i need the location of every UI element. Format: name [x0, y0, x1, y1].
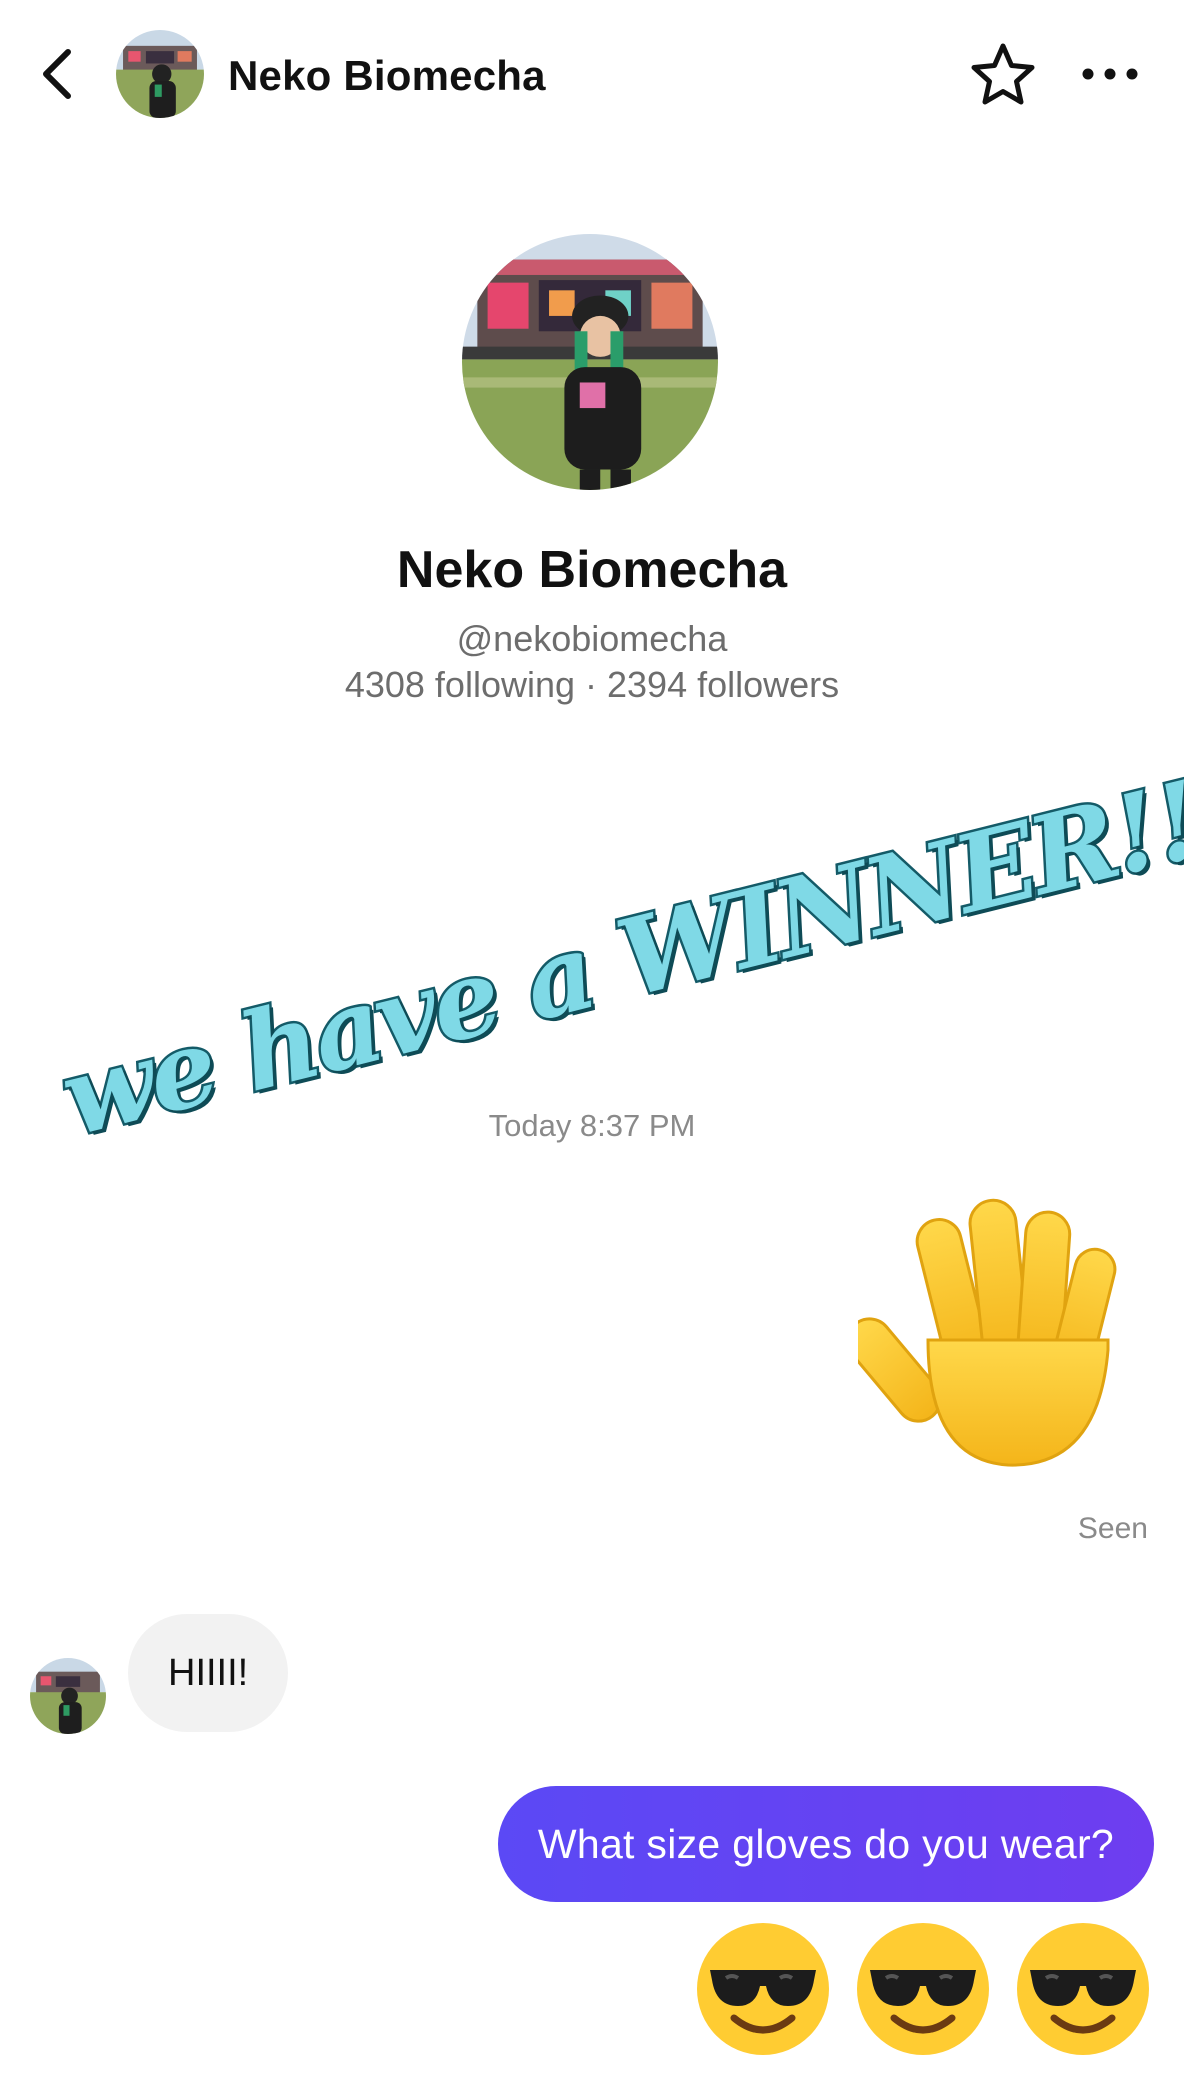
more-options-button[interactable]: [1078, 56, 1142, 92]
chevron-left-icon: [43, 49, 71, 99]
emoji-message[interactable]: [692, 1918, 1154, 2058]
seen-status: Seen: [1077, 1512, 1148, 1545]
profile-handle: @nekobiomecha: [456, 618, 728, 659]
ellipsis-icon: [1082, 68, 1138, 80]
header-username[interactable]: Neko Biomecha: [228, 52, 546, 100]
star-outline-icon: [971, 43, 1035, 105]
smiling-face-with-sunglasses-icon: [857, 1923, 989, 2055]
waving-hand-emoji[interactable]: [846, 1190, 1148, 1480]
back-button[interactable]: [36, 46, 80, 102]
outgoing-message-bubble[interactable]: What size gloves do you wear?: [497, 1786, 1154, 1902]
avatar-photo: [116, 30, 204, 118]
conversation-header: Neko Biomecha: [0, 0, 1184, 150]
winner-overlay-text: we have a WINNER!!!: [47, 744, 1184, 1162]
favorite-button[interactable]: [968, 40, 1038, 110]
smiling-face-with-sunglasses-icon: [697, 1923, 829, 2055]
avatar-photo: [462, 234, 718, 490]
avatar-photo: [30, 1658, 106, 1734]
sender-avatar[interactable]: [30, 1658, 106, 1734]
smiling-face-with-sunglasses-icon: [1017, 1923, 1149, 2055]
profile-name: Neko Biomecha: [396, 541, 788, 599]
incoming-message-bubble[interactable]: HIIII!: [128, 1614, 289, 1732]
waving-hand-icon: [846, 1198, 1117, 1467]
profile-avatar[interactable]: [462, 234, 718, 490]
profile-stats: 4308 following · 2394 followers: [344, 664, 840, 705]
header-avatar[interactable]: [116, 30, 204, 118]
